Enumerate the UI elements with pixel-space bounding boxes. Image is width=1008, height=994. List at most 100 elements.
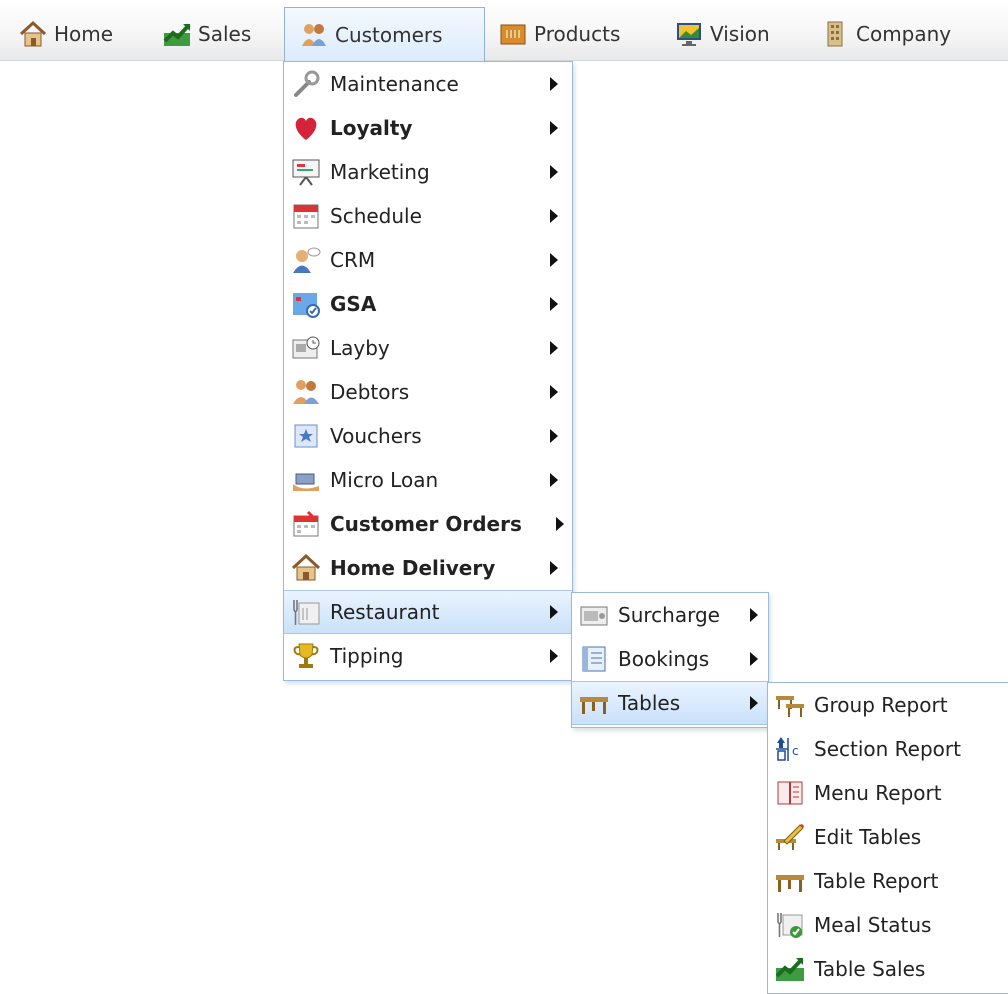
nav-customers-label: Customers [335, 22, 443, 47]
nav-products[interactable]: Products [498, 8, 620, 60]
surcharge-cash-icon [578, 599, 610, 631]
nav-company-label: Company [856, 22, 952, 46]
calendar-icon [290, 200, 322, 232]
submenu-arrow-icon [550, 341, 558, 355]
menu-item-label: Marketing [330, 160, 430, 184]
menu-item-label: Layby [330, 336, 390, 360]
menu-item-restaurant[interactable]: Restaurant [284, 590, 572, 634]
sales-chart-icon [162, 19, 192, 49]
table-icon [578, 687, 610, 719]
wrench-icon [290, 68, 322, 100]
nav-sales[interactable]: Sales [162, 8, 251, 60]
submenu-arrow-icon [550, 385, 558, 399]
delivery-house-icon [290, 552, 322, 584]
menu-item-label: CRM [330, 248, 376, 272]
menu-item-label: Micro Loan [330, 468, 439, 492]
menu-item-crm[interactable]: CRM [284, 238, 572, 282]
menu-item-marketing[interactable]: Marketing [284, 150, 572, 194]
nav-vision[interactable]: Vision [674, 8, 770, 60]
nav-products-label: Products [534, 22, 621, 46]
heart-icon [290, 112, 322, 144]
menu-item-label: Restaurant [330, 600, 440, 624]
meal-status-icon [774, 909, 806, 941]
nav-home-label: Home [54, 22, 114, 46]
svg-text:c: c [792, 744, 799, 758]
submenu-arrow-icon [550, 605, 558, 619]
menu-item-label: Bookings [618, 647, 710, 671]
building-icon [820, 19, 850, 49]
submenu-arrow-icon [550, 473, 558, 487]
menu-item-vouchers[interactable]: Vouchers [284, 414, 572, 458]
menu-item-label: Edit Tables [814, 825, 922, 849]
customers-icon [299, 20, 329, 50]
menu-item-menu-report[interactable]: Menu Report [768, 771, 1008, 815]
edit-table-icon [774, 821, 806, 853]
menu-item-label: Surcharge [618, 603, 720, 627]
menu-book-icon [774, 777, 806, 809]
menu-item-label: Table Sales [814, 957, 926, 981]
submenu-arrow-icon [550, 77, 558, 91]
nav-sales-label: Sales [198, 22, 252, 46]
products-box-icon [498, 19, 528, 49]
menu-item-loyalty[interactable]: Loyalty [284, 106, 572, 150]
submenu-arrow-icon [550, 209, 558, 223]
menu-item-section-report[interactable]: c Section Report [768, 727, 1008, 771]
menu-item-group-report[interactable]: Group Report [768, 683, 1008, 727]
menu-item-customer-orders[interactable]: Customer Orders [284, 502, 572, 546]
menu-item-tipping[interactable]: Tipping [284, 634, 572, 678]
menu-item-tables[interactable]: Tables [572, 681, 768, 725]
submenu-arrow-icon [750, 696, 758, 710]
restaurant-submenu: Surcharge Bookings Tables [571, 592, 769, 728]
menu-item-debtors[interactable]: Debtors [284, 370, 572, 414]
menu-item-edit-tables[interactable]: Edit Tables [768, 815, 1008, 859]
menu-item-label: Menu Report [814, 781, 942, 805]
menu-item-label: GSA [330, 292, 377, 316]
submenu-arrow-icon [550, 297, 558, 311]
voucher-icon [290, 420, 322, 452]
table-group-icon [774, 689, 806, 721]
tables-submenu: Group Report c Section Report Menu Repor… [767, 682, 1008, 994]
book-icon [578, 643, 610, 675]
menu-item-label: Group Report [814, 693, 948, 717]
menu-item-label: Loyalty [330, 116, 413, 140]
menu-item-layby[interactable]: Layby [284, 326, 572, 370]
menu-item-bookings[interactable]: Bookings [572, 637, 768, 681]
gsa-map-icon [290, 288, 322, 320]
submenu-arrow-icon [550, 649, 558, 663]
menu-item-gsa[interactable]: GSA [284, 282, 572, 326]
house-icon [18, 19, 48, 49]
menu-item-label: Schedule [330, 204, 422, 228]
submenu-arrow-icon [556, 517, 564, 531]
menu-item-maintenance[interactable]: Maintenance [284, 62, 572, 106]
nav-vision-label: Vision [710, 22, 770, 46]
menu-item-home-delivery[interactable]: Home Delivery [284, 546, 572, 590]
submenu-arrow-icon [550, 165, 558, 179]
submenu-arrow-icon [550, 253, 558, 267]
menu-item-label: Table Report [814, 869, 939, 893]
nav-customers[interactable]: Customers [284, 7, 485, 61]
menu-item-label: Maintenance [330, 72, 459, 96]
submenu-arrow-icon [550, 561, 558, 575]
menu-item-meal-status[interactable]: Meal Status [768, 903, 1008, 947]
menu-item-label: Tipping [330, 644, 404, 668]
order-calendar-icon [290, 508, 322, 540]
layby-clock-icon [290, 332, 322, 364]
presentation-icon [290, 156, 322, 188]
menu-item-table-report[interactable]: Table Report [768, 859, 1008, 903]
menu-item-schedule[interactable]: Schedule [284, 194, 572, 238]
submenu-arrow-icon [750, 652, 758, 666]
menu-item-label: Section Report [814, 737, 961, 761]
trophy-icon [290, 640, 322, 672]
menu-item-table-sales[interactable]: Table Sales [768, 947, 1008, 991]
debtors-people-icon [290, 376, 322, 408]
menu-item-micro-loan[interactable]: Micro Loan [284, 458, 572, 502]
submenu-arrow-icon [550, 121, 558, 135]
nav-home[interactable]: Home [18, 8, 113, 60]
nav-company[interactable]: Company [820, 8, 951, 60]
submenu-arrow-icon [750, 608, 758, 622]
monitor-icon [674, 19, 704, 49]
menu-item-surcharge[interactable]: Surcharge [572, 593, 768, 637]
customers-dropdown-menu: Maintenance Loyalty Marketing Schedule C… [283, 61, 573, 681]
cutlery-icon [290, 596, 322, 628]
table-icon [774, 865, 806, 897]
